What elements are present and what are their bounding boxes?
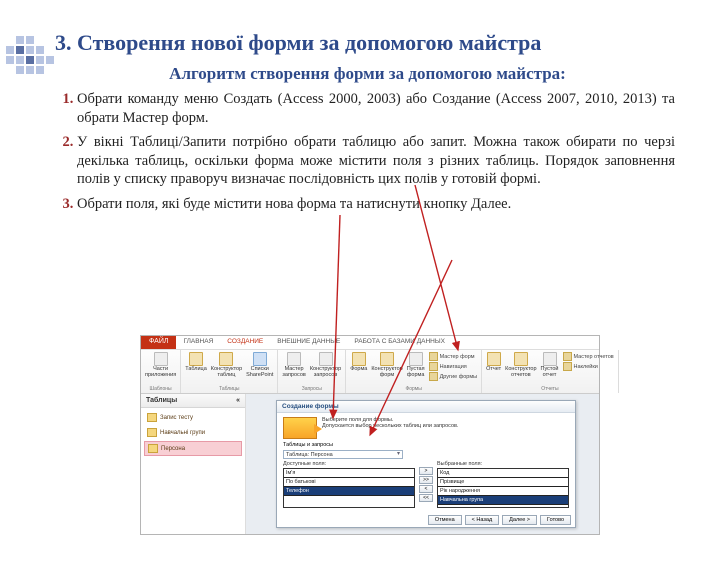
wizard-finish-button[interactable]: Готово bbox=[540, 515, 571, 525]
wizard-instructions: Выберите поля для формы. Допускается выб… bbox=[322, 417, 458, 430]
step-2: У вікні Таблиці/Запити потрібно обрати т… bbox=[77, 133, 675, 189]
ribbon-form-wizard[interactable]: Мастер форм bbox=[429, 352, 478, 361]
ribbon-blank-form[interactable]: Пустая форма bbox=[407, 352, 425, 378]
available-fields-list[interactable]: Ім'я По батькові Телефон bbox=[283, 468, 415, 508]
wizard-banner-icon bbox=[283, 417, 317, 439]
ribbon-table-design[interactable]: Конструктор таблиц bbox=[211, 352, 242, 378]
ribbon-group-forms: Формы bbox=[350, 386, 477, 392]
move-all-right-button[interactable]: >> bbox=[419, 476, 433, 484]
selected-fields-list[interactable]: Код Прізвище Рік народження Навчальна гр… bbox=[437, 468, 569, 508]
ribbon-report-wizard[interactable]: Мастер отчетов bbox=[563, 352, 614, 361]
tables-queries-label: Таблицы и запросы bbox=[283, 442, 333, 448]
ribbon-tab-home[interactable]: ГЛАВНАЯ bbox=[176, 336, 220, 349]
ribbon-tab-file[interactable]: ФАЙЛ bbox=[141, 336, 176, 349]
move-all-left-button[interactable]: << bbox=[419, 494, 433, 502]
ribbon-query-design[interactable]: Конструктор запросов bbox=[310, 352, 341, 378]
available-fields-label: Доступные поля: bbox=[283, 461, 415, 467]
nav-pane-header[interactable]: Таблицы« bbox=[141, 394, 245, 408]
move-right-button[interactable]: > bbox=[419, 467, 433, 475]
ribbon-other-forms[interactable]: Другие формы bbox=[429, 372, 478, 381]
ribbon-form-design[interactable]: Конструктор форм bbox=[371, 352, 402, 378]
ribbon-group-tables: Таблицы bbox=[185, 386, 273, 392]
access-screenshot: ФАЙЛ ГЛАВНАЯ СОЗДАНИЕ ВНЕШНИЕ ДАННЫЕ РАБ… bbox=[140, 335, 600, 540]
ribbon-group-reports: Отчеты bbox=[486, 386, 614, 392]
algorithm-list: Обрати команду меню Создать (Access 2000… bbox=[55, 90, 675, 213]
ribbon-tab-external[interactable]: ВНЕШНИЕ ДАННЫЕ bbox=[270, 336, 347, 349]
field-move-buttons: > >> < << bbox=[419, 461, 433, 508]
tables-queries-combo[interactable]: Таблица: Персона bbox=[283, 450, 403, 459]
ribbon-table[interactable]: Таблица bbox=[185, 352, 207, 373]
nav-table-item-selected[interactable]: Персона bbox=[144, 441, 242, 456]
ribbon-navigation[interactable]: Навигация bbox=[429, 362, 478, 371]
ribbon-form[interactable]: Форма bbox=[350, 352, 367, 373]
ribbon-group-templates: Шаблоны bbox=[145, 386, 176, 392]
ribbon-tab-create[interactable]: СОЗДАНИЕ bbox=[220, 336, 270, 349]
ribbon-body: Части приложения Шаблоны Таблица Констру… bbox=[141, 350, 599, 394]
ribbon-tabstrip: ФАЙЛ ГЛАВНАЯ СОЗДАНИЕ ВНЕШНИЕ ДАННЫЕ РАБ… bbox=[141, 336, 599, 350]
selected-fields-label: Выбранные поля: bbox=[437, 461, 569, 467]
ribbon-query-wizard[interactable]: Мастер запросов bbox=[282, 352, 305, 378]
form-wizard-dialog: Создание формы Выберите поля для формы. … bbox=[276, 400, 576, 528]
access-window: ФАЙЛ ГЛАВНАЯ СОЗДАНИЕ ВНЕШНИЕ ДАННЫЕ РАБ… bbox=[140, 335, 600, 535]
ribbon-report[interactable]: Отчет bbox=[486, 352, 501, 373]
nav-table-item[interactable]: Навчальні групи bbox=[144, 426, 242, 439]
wizard-cancel-button[interactable]: Отмена bbox=[428, 515, 462, 525]
ribbon-group-queries: Запросы bbox=[282, 386, 341, 392]
ribbon-labels[interactable]: Наклейки bbox=[563, 362, 614, 371]
wizard-back-button[interactable]: < Назад bbox=[465, 515, 500, 525]
wizard-title: Создание формы bbox=[277, 401, 575, 413]
move-left-button[interactable]: < bbox=[419, 485, 433, 493]
ribbon-tab-dbtools[interactable]: РАБОТА С БАЗАМИ ДАННЫХ bbox=[347, 336, 452, 349]
slide-subtitle: Алгоритм створення форми за допомогою ма… bbox=[55, 64, 680, 84]
slide-title: 3. Створення нової форми за допомогою ма… bbox=[55, 30, 680, 56]
navigation-pane: Таблицы« Запис тесту Навчальні групи Пер… bbox=[141, 394, 246, 534]
ribbon-sp-lists[interactable]: Списки SharePoint bbox=[246, 352, 273, 378]
chevron-down-icon: « bbox=[236, 397, 240, 404]
step-1: Обрати команду меню Создать (Access 2000… bbox=[77, 90, 675, 127]
ribbon-parts[interactable]: Части приложения bbox=[145, 352, 176, 378]
slide-corner-decoration bbox=[6, 36, 64, 74]
step-3: Обрати поля, які буде містити нова форма… bbox=[77, 195, 675, 214]
ribbon-report-design[interactable]: Конструктор отчетов bbox=[505, 352, 536, 378]
work-area: Создание формы Выберите поля для формы. … bbox=[246, 394, 599, 534]
nav-table-item[interactable]: Запис тесту bbox=[144, 411, 242, 424]
ribbon-blank-report[interactable]: Пустой отчет bbox=[541, 352, 559, 378]
wizard-next-button[interactable]: Далее > bbox=[502, 515, 537, 525]
